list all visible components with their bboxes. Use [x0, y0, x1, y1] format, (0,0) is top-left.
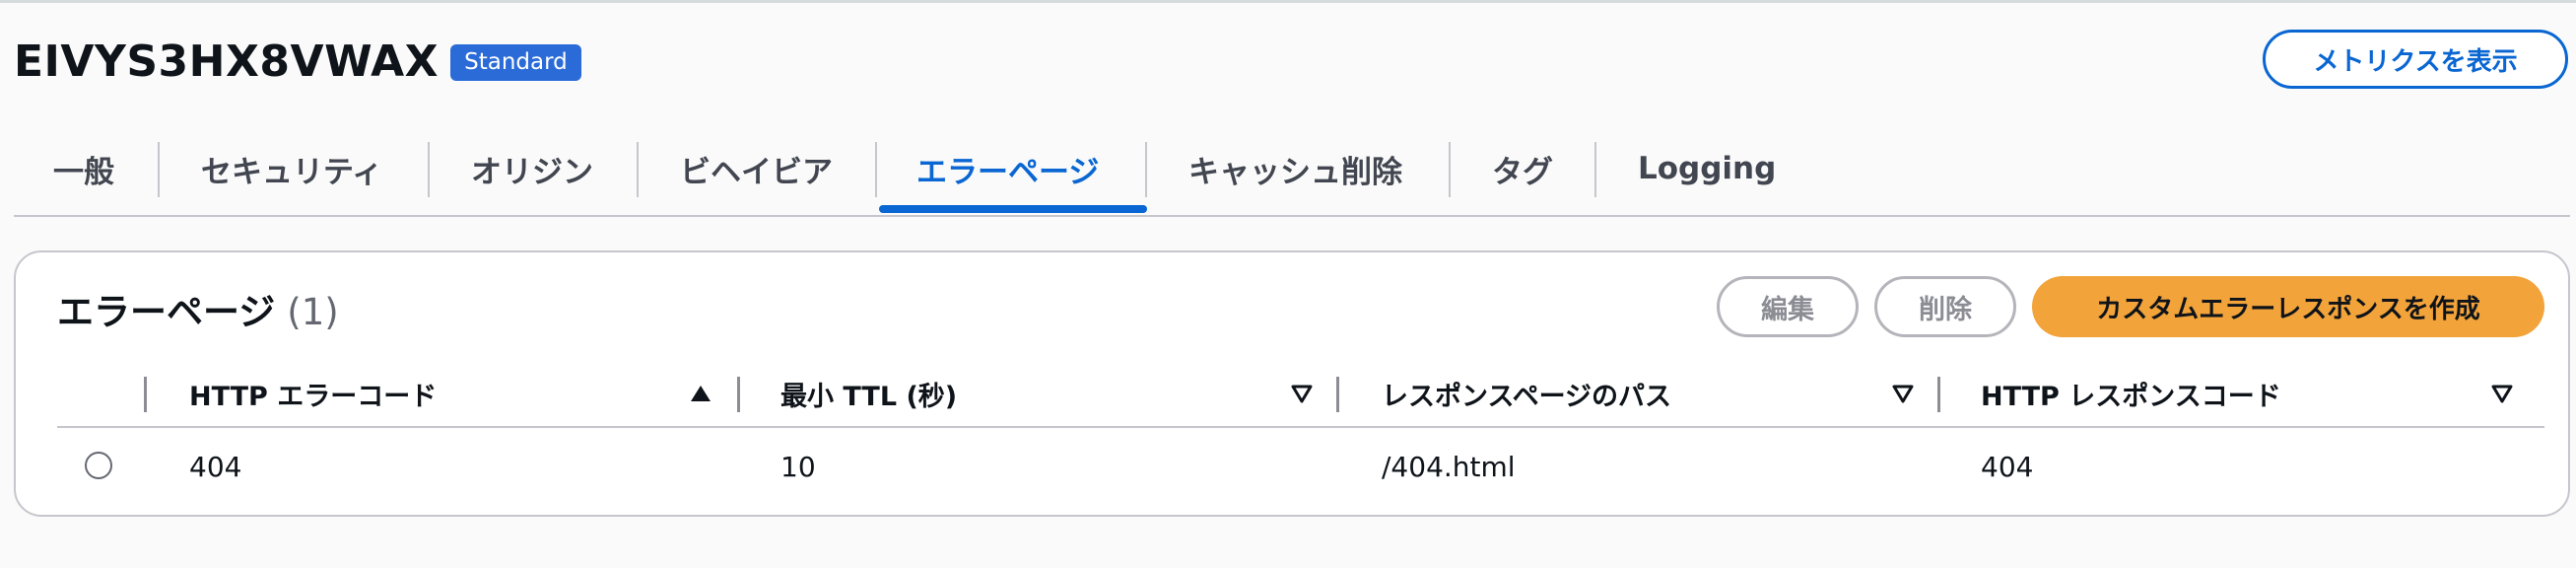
tab-separator: [158, 142, 160, 197]
panel-header: エラーページ (1): [57, 282, 339, 335]
table-header: HTTP エラーコード 最小 TTL (秒) レスポンスページのパス HTTP …: [57, 363, 2544, 424]
tab-security[interactable]: セキュリティ: [201, 138, 382, 199]
tab-separator: [1145, 142, 1147, 197]
tab-separator: [1449, 142, 1451, 197]
delete-button[interactable]: 削除: [1874, 276, 2016, 337]
tab-invalidations[interactable]: キャッシュ削除: [1188, 138, 1402, 199]
tabs-divider: [14, 215, 2570, 217]
cell-response-page-path: /404.html: [1382, 450, 1516, 483]
column-header-error-code[interactable]: HTTP エラーコード: [189, 363, 437, 424]
column-resizer[interactable]: [1336, 377, 1339, 412]
create-custom-error-response-button[interactable]: カスタムエラーレスポンスを作成: [2032, 276, 2544, 337]
sort-caret-down-icon[interactable]: [1890, 381, 1916, 406]
sort-caret-down-icon[interactable]: [2489, 381, 2515, 406]
item-count: (1): [287, 291, 339, 333]
sort-caret-down-icon[interactable]: [1289, 381, 1315, 406]
view-metrics-button[interactable]: メトリクスを表示: [2263, 30, 2568, 89]
column-resizer[interactable]: [144, 377, 147, 412]
panel-title: エラーページ: [57, 291, 276, 333]
sort-ascending-icon[interactable]: [688, 381, 713, 406]
cell-min-ttl: 10: [780, 450, 816, 483]
tab-error-pages[interactable]: エラーページ: [916, 138, 1099, 199]
table-row[interactable]: 404 10 /404.html 404: [57, 432, 2544, 501]
column-resizer[interactable]: [1937, 377, 1940, 412]
active-tab-indicator: [879, 205, 1147, 213]
column-header-response-page-path[interactable]: レスポンスページのパス: [1382, 363, 1671, 424]
tab-separator: [637, 142, 639, 197]
table-header-divider: [57, 426, 2544, 428]
tab-separator: [428, 142, 430, 197]
tab-separator: [875, 142, 877, 197]
cell-error-code: 404: [189, 450, 242, 483]
tab-general[interactable]: 一般: [53, 138, 114, 199]
cell-response-code: 404: [1981, 450, 2034, 483]
tab-origins[interactable]: オリジン: [471, 138, 593, 199]
page-header: EIVYS3HX8VWAX Standard: [14, 30, 581, 95]
error-pages-panel: エラーページ (1) 編集 削除 カスタムエラーレスポンスを作成 HTTP エラ…: [14, 250, 2570, 517]
edit-button[interactable]: 編集: [1717, 276, 1859, 337]
price-class-badge: Standard: [450, 43, 581, 81]
top-divider: [0, 0, 2576, 3]
tab-behaviors[interactable]: ビヘイビア: [680, 138, 833, 199]
tab-bar: 一般 セキュリティ オリジン ビヘイビア エラーページ キャッシュ削除 タグ L…: [14, 138, 2570, 215]
column-header-response-code[interactable]: HTTP レスポンスコード: [1981, 363, 2281, 424]
tab-logging[interactable]: Logging: [1638, 138, 1776, 199]
column-resizer[interactable]: [737, 377, 740, 412]
row-select-radio[interactable]: [85, 452, 112, 479]
column-header-min-ttl[interactable]: 最小 TTL (秒): [780, 363, 957, 424]
tab-tags[interactable]: タグ: [1492, 138, 1553, 199]
page-title: EIVYS3HX8VWAX: [14, 36, 440, 87]
tab-separator: [1594, 142, 1596, 197]
